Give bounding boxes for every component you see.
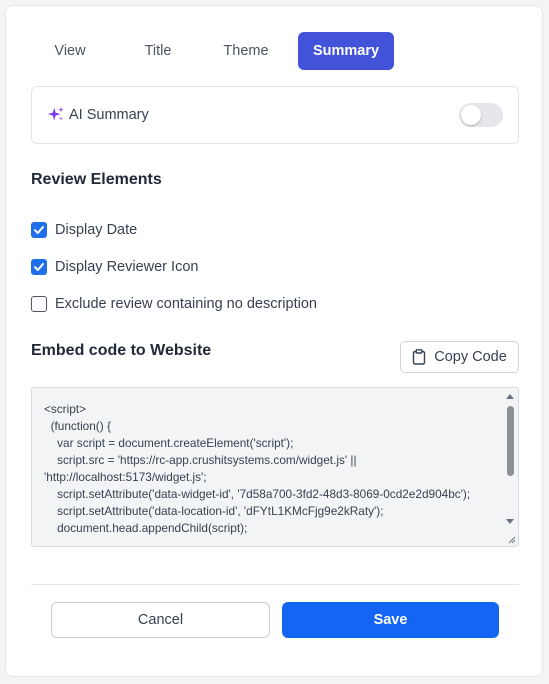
copy-code-label: Copy Code — [434, 349, 507, 365]
embed-code-textarea[interactable]: <script> (function() { var script = docu… — [31, 387, 519, 547]
footer-divider — [31, 584, 519, 585]
code-scrollbar[interactable] — [503, 388, 518, 546]
embed-code-heading: Embed code to Website — [31, 342, 212, 359]
settings-tabs: View Title Theme Summary — [30, 32, 394, 70]
display-reviewer-icon-checkbox[interactable] — [31, 259, 47, 275]
tab-theme[interactable]: Theme — [206, 32, 286, 70]
option-display-reviewer-icon[interactable]: Display Reviewer Icon — [31, 259, 198, 275]
scroll-down-arrow-icon[interactable] — [506, 519, 514, 524]
display-date-checkbox[interactable] — [31, 222, 47, 238]
option-exclude-no-description[interactable]: Exclude review containing no description — [31, 296, 317, 312]
embed-code-content: <script> (function() { var script = docu… — [44, 402, 471, 535]
toggle-knob — [461, 105, 481, 125]
scroll-up-arrow-icon[interactable] — [506, 394, 514, 399]
widget-settings-panel: View Title Theme Summary AI Summary Revi… — [5, 5, 543, 677]
ai-summary-label-group: AI Summary — [47, 106, 149, 124]
tab-summary[interactable]: Summary — [298, 32, 394, 70]
tab-title[interactable]: Title — [110, 32, 206, 70]
checkmark-icon — [34, 226, 44, 234]
ai-summary-card: AI Summary — [31, 86, 519, 144]
ai-summary-label: AI Summary — [69, 107, 149, 123]
exclude-no-description-checkbox[interactable] — [31, 296, 47, 312]
save-button[interactable]: Save — [282, 602, 499, 638]
review-elements-heading: Review Elements — [31, 171, 162, 188]
sparkles-icon — [47, 106, 64, 121]
tab-view[interactable]: View — [30, 32, 110, 70]
resize-handle-icon[interactable] — [506, 534, 516, 544]
copy-code-button[interactable]: Copy Code — [400, 341, 519, 373]
clipboard-icon — [413, 349, 426, 365]
ai-summary-toggle[interactable] — [459, 103, 503, 127]
exclude-no-description-label: Exclude review containing no description — [55, 296, 317, 312]
display-reviewer-icon-label: Display Reviewer Icon — [55, 259, 199, 275]
cancel-button[interactable]: Cancel — [51, 602, 270, 638]
scroll-thumb[interactable] — [507, 406, 514, 476]
checkmark-icon — [34, 263, 44, 271]
option-display-date[interactable]: Display Date — [31, 222, 137, 238]
display-date-label: Display Date — [55, 222, 138, 238]
